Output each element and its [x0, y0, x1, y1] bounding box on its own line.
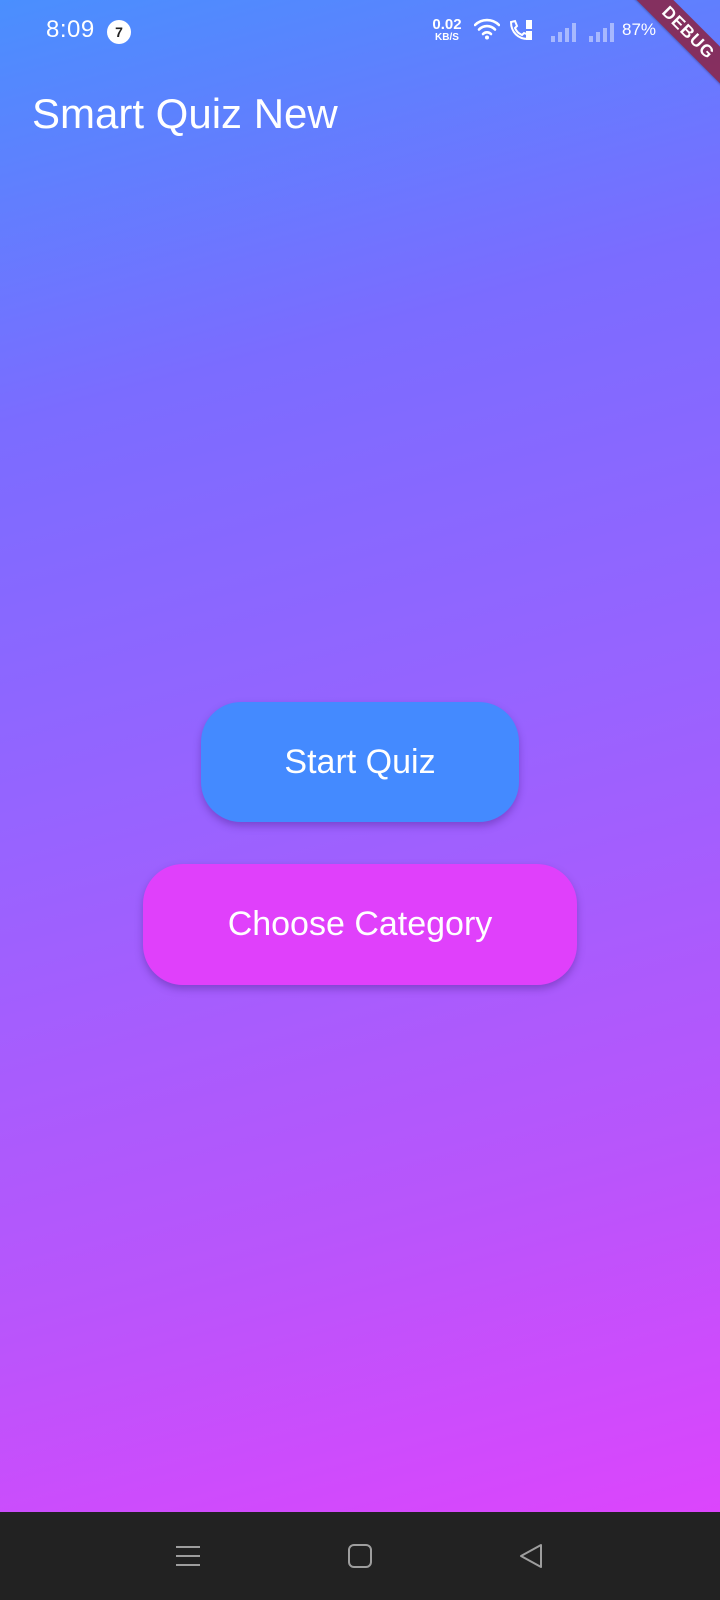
back-icon[interactable] — [518, 1542, 544, 1575]
signal-sim1-icon — [550, 22, 578, 47]
wifi-icon — [473, 18, 501, 45]
network-speed: 0.02 KB/S — [428, 17, 466, 43]
screen: 8:09 7 0.02 KB/S 87% DEBUG Smart Quiz Ne… — [0, 0, 720, 1600]
status-time: 8:09 — [46, 16, 95, 43]
choose-category-label: Choose Category — [227, 905, 493, 943]
navigation-bar — [0, 1512, 720, 1600]
start-quiz-button[interactable]: Start Quiz — [201, 702, 519, 822]
status-bar: 8:09 7 0.02 KB/S 87% — [0, 0, 720, 64]
start-quiz-label: Start Quiz — [284, 742, 436, 781]
notification-badge: 7 — [107, 20, 131, 44]
signal-sim2-icon — [588, 22, 616, 47]
network-speed-value: 0.02 — [432, 16, 462, 33]
wifi-calling-icon — [508, 18, 534, 47]
battery-level: 87% — [622, 20, 657, 39]
home-icon[interactable] — [347, 1542, 373, 1575]
page-title: Smart Quiz New — [32, 90, 338, 137]
menu-icon[interactable] — [174, 1542, 202, 1575]
network-speed-unit: KB/S — [435, 32, 459, 43]
choose-category-button[interactable]: Choose Category — [143, 864, 577, 985]
